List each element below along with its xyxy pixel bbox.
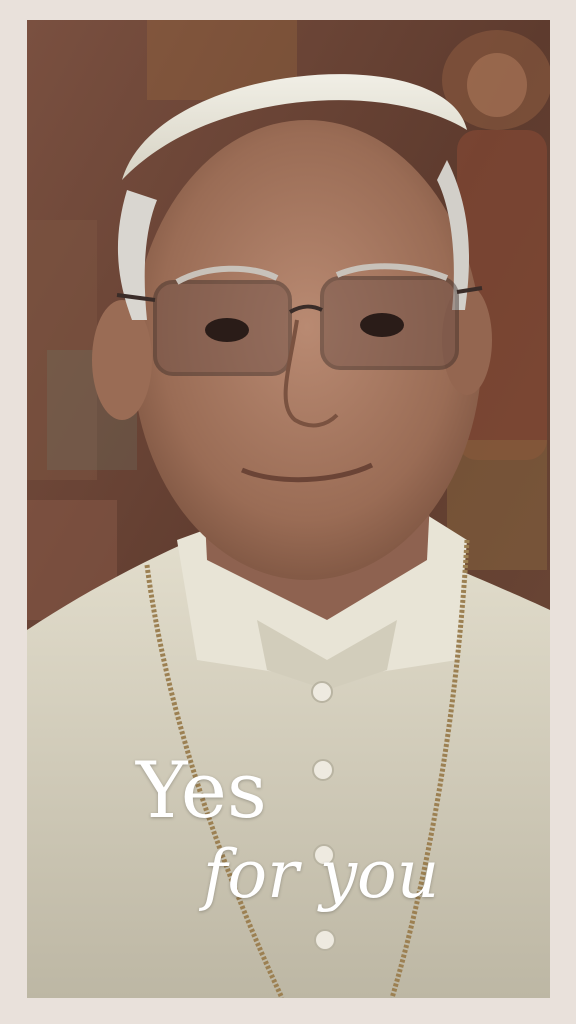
story-frame: Yes for you — [0, 0, 576, 1024]
portrait-photo — [27, 20, 550, 998]
portrait-illustration — [27, 20, 550, 998]
